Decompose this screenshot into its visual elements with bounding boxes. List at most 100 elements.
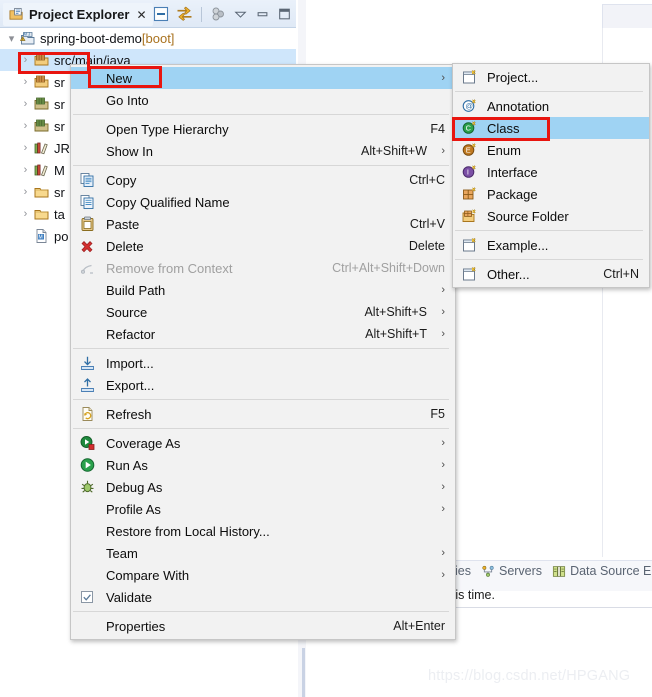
svg-text:I: I: [467, 168, 469, 177]
menu-item-label: Delete: [106, 238, 144, 254]
submenu-arrow-icon: ›: [441, 503, 445, 515]
collapse-all-icon[interactable]: [153, 6, 169, 22]
menu-item-refactor[interactable]: Refactor Alt+Shift+T ›: [71, 323, 455, 345]
delete-icon: [81, 241, 93, 253]
tree-row-suffix: [boot]: [141, 30, 175, 46]
menu-item-validate[interactable]: Validate: [71, 586, 455, 608]
menu-item-other[interactable]: Other... Ctrl+N: [453, 263, 649, 285]
coverage-as-icon: [80, 436, 95, 450]
menu-item-export[interactable]: Export...: [71, 374, 455, 396]
tree-row-project[interactable]: ▾ M J spring-boot-demo [boot]: [0, 27, 296, 49]
editor-tabstrip[interactable]: [602, 4, 652, 29]
menu-item-source-folder[interactable]: Source Folder: [453, 205, 649, 227]
menu-item-open-type-hierarchy[interactable]: Open Type Hierarchy F4: [71, 118, 455, 140]
source-folder-icon: [33, 118, 51, 134]
menu-item-debug-as[interactable]: Debug As ›: [71, 476, 455, 498]
menu-item-label: Debug As: [106, 479, 163, 495]
menu-separator: [73, 348, 449, 349]
new-project-icon: [461, 69, 479, 85]
import-icon: [81, 356, 94, 370]
menu-item-label: New: [106, 70, 133, 86]
submenu-arrow-icon: ›: [441, 481, 445, 493]
source-folder-green-icon: [34, 119, 49, 132]
menu-item-delete[interactable]: Delete Delete: [71, 235, 455, 257]
folder-icon: [34, 188, 49, 198]
bottom-tab-servers[interactable]: Servers: [481, 564, 542, 578]
menu-item-accelerator: Ctrl+C: [409, 173, 445, 187]
submenu-arrow-icon: ›: [441, 569, 445, 581]
menu-item-label: Coverage As: [106, 435, 181, 451]
menu-item-class[interactable]: C Class: [453, 117, 649, 139]
menu-item-go-into[interactable]: Go Into: [71, 89, 455, 111]
menu-item-label: Run As: [106, 457, 148, 473]
menu-item-profile-as[interactable]: Profile As ›: [71, 498, 455, 520]
menu-item-coverage-as[interactable]: Coverage As ›: [71, 432, 455, 454]
bottom-view-rule: [438, 607, 652, 608]
tree-row-label: sr: [54, 74, 65, 90]
menu-item-package[interactable]: Package: [453, 183, 649, 205]
menu-item-team[interactable]: Team ›: [71, 542, 455, 564]
context-menu[interactable]: New › Go Into Open Type Hierarchy F4 Show In A…: [70, 64, 456, 640]
menu-item-accelerator: F5: [430, 407, 445, 421]
menu-item-enum[interactable]: E Enum: [453, 139, 649, 161]
menu-item-build-path[interactable]: Build Path ›: [71, 279, 455, 301]
menu-item-copy-qualified-name[interactable]: Copy Qualified Name: [71, 191, 455, 213]
delete-icon: [79, 238, 97, 254]
tab-project-explorer[interactable]: Project Explorer ✕: [3, 3, 153, 26]
focus-on-active-task-icon[interactable]: [210, 6, 226, 22]
twisty-collapsed-icon[interactable]: ›: [18, 98, 33, 110]
menu-item-paste[interactable]: Paste Ctrl+V: [71, 213, 455, 235]
maximize-icon[interactable]: [277, 7, 292, 21]
tree-row-label: ta: [54, 206, 65, 222]
menu-item-label: Class: [487, 120, 520, 136]
eclipse-workbench-screenshot: ies Servers Data Source E t this time. h…: [0, 0, 652, 697]
twisty-collapsed-icon[interactable]: ›: [18, 76, 33, 88]
menu-item-label: Other...: [487, 266, 530, 282]
bottom-tab-data-source-explorer[interactable]: Data Source E: [552, 564, 651, 578]
menu-item-project[interactable]: Project...: [453, 66, 649, 88]
twisty-collapsed-icon[interactable]: ›: [18, 142, 33, 154]
menu-item-new[interactable]: New ›: [71, 67, 455, 89]
twisty-collapsed-icon[interactable]: ›: [18, 164, 33, 176]
twisty-expanded-icon[interactable]: ▾: [4, 32, 19, 45]
menu-item-label: Refresh: [106, 406, 152, 422]
close-icon[interactable]: ✕: [136, 8, 146, 22]
new-submenu[interactable]: Project... @ Annotation C Class E Enum I Interfa…: [452, 63, 650, 288]
twisty-collapsed-icon[interactable]: ›: [18, 54, 33, 66]
menu-item-annotation[interactable]: @ Annotation: [453, 95, 649, 117]
menu-item-label: Copy: [106, 172, 137, 188]
menu-item-interface[interactable]: I Interface: [453, 161, 649, 183]
menu-item-accelerator: Delete: [408, 239, 445, 253]
twisty-collapsed-icon[interactable]: ›: [18, 120, 33, 132]
link-with-editor-icon[interactable]: [176, 6, 193, 22]
view-menu-icon[interactable]: [233, 7, 248, 21]
run-as-icon: [80, 458, 95, 472]
bottom-view-tabs[interactable]: ies Servers Data Source E: [438, 560, 651, 582]
new-enum-icon: E: [461, 142, 479, 158]
menu-item-import[interactable]: Import...: [71, 352, 455, 374]
menu-item-properties[interactable]: Properties Alt+Enter: [71, 615, 455, 637]
menu-separator: [455, 91, 643, 92]
project-icon: M J: [19, 32, 35, 45]
copy-icon: [80, 173, 94, 187]
menu-item-refresh[interactable]: Refresh F5: [71, 403, 455, 425]
paste-icon: [81, 216, 94, 231]
menu-item-label: Enum: [487, 142, 521, 158]
twisty-collapsed-icon[interactable]: ›: [18, 186, 33, 198]
menu-item-copy[interactable]: Copy Ctrl+C: [71, 169, 455, 191]
copy-icon: [79, 172, 97, 188]
run-as-icon: [79, 457, 97, 473]
twisty-collapsed-icon[interactable]: ›: [18, 208, 33, 220]
new-annotation-icon: @: [462, 99, 476, 112]
menu-item-show-in[interactable]: Show In Alt+Shift+W ›: [71, 140, 455, 162]
menu-item-compare-with[interactable]: Compare With ›: [71, 564, 455, 586]
menu-item-example[interactable]: Example...: [453, 234, 649, 256]
minimize-icon[interactable]: [255, 7, 270, 21]
menu-item-accelerator: Alt+Enter: [393, 619, 445, 633]
tree-row-label: sr: [54, 118, 65, 134]
menu-item-accelerator: Alt+Shift+T: [365, 327, 427, 341]
menu-item-run-as[interactable]: Run As ›: [71, 454, 455, 476]
menu-item-restore-from-local-history[interactable]: Restore from Local History...: [71, 520, 455, 542]
menu-item-source[interactable]: Source Alt+Shift+S ›: [71, 301, 455, 323]
view-toolbar[interactable]: [153, 3, 292, 25]
